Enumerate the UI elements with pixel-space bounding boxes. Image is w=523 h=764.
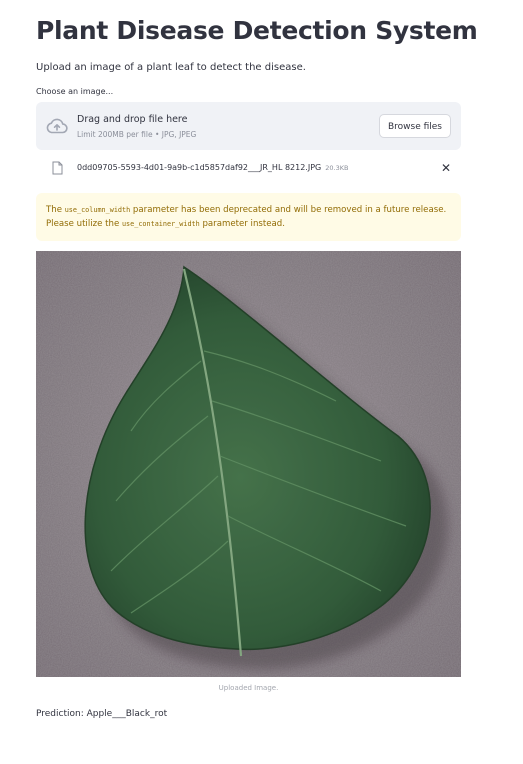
dropzone-limit: Limit 200MB per file • JPG, JPEG xyxy=(77,130,197,139)
cloud-upload-icon xyxy=(46,118,68,134)
uploaded-file-row: 0dd09705-5593-4d01-9a9b-c1d5857daf92___J… xyxy=(36,156,461,180)
deprecation-warning: The use_column_width parameter has been … xyxy=(36,193,461,241)
file-dropzone[interactable]: Drag and drop file here Limit 200MB per … xyxy=(36,102,461,150)
image-caption: Uploaded Image. xyxy=(218,684,279,692)
page-description: Upload an image of a plant leaf to detec… xyxy=(36,62,306,73)
remove-file-close-icon[interactable]: ✕ xyxy=(441,161,451,175)
browse-files-button[interactable]: Browse files xyxy=(378,114,451,138)
prediction-result: Prediction: Apple___Black_rot xyxy=(36,709,168,719)
uploaded-file-size: 20.3KB xyxy=(325,164,349,172)
warning-prefix: The xyxy=(46,205,65,215)
warning-suffix: parameter instead. xyxy=(199,219,285,229)
file-icon xyxy=(52,161,63,175)
file-uploader-label: Choose an image... xyxy=(36,87,114,96)
uploaded-file-name: 0dd09705-5593-4d01-9a9b-c1d5857daf92___J… xyxy=(77,163,348,172)
dropzone-title: Drag and drop file here xyxy=(77,114,188,125)
warning-param-old: use_column_width xyxy=(64,206,131,214)
page-title: Plant Disease Detection System xyxy=(36,16,478,45)
warning-param-new: use_container_width xyxy=(121,220,200,228)
uploaded-leaf-image xyxy=(36,251,461,677)
uploaded-file-name-text: 0dd09705-5593-4d01-9a9b-c1d5857daf92___J… xyxy=(77,163,322,172)
